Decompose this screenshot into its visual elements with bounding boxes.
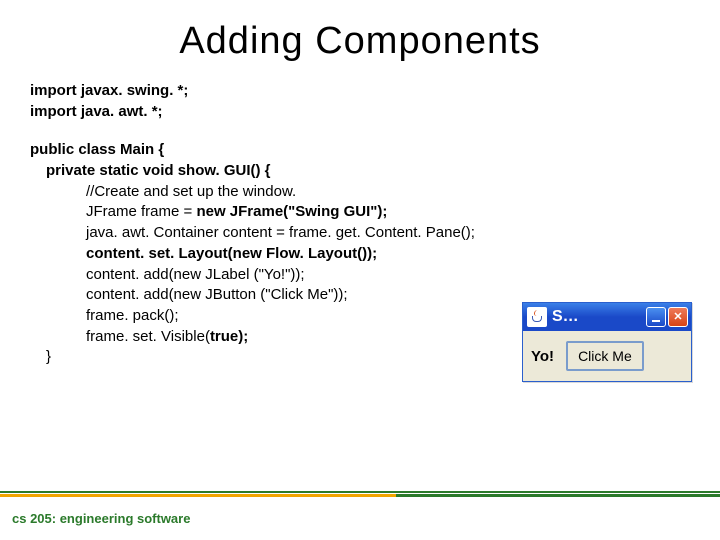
code-line: import java. awt. *; bbox=[30, 102, 690, 123]
slide-title: Adding Components bbox=[30, 20, 690, 63]
code-text: new JFrame("Swing GUI"); bbox=[196, 203, 387, 220]
code-line: import javax. swing. *; bbox=[30, 81, 690, 102]
code-line: content. set. Layout(new Flow. Layout())… bbox=[86, 244, 690, 265]
footer-text: cs 205: engineering software bbox=[12, 511, 190, 526]
code-text: JFrame frame = bbox=[86, 203, 196, 220]
code-line: public class Main { bbox=[30, 140, 690, 161]
close-button[interactable] bbox=[668, 307, 688, 327]
code-text: true); bbox=[210, 328, 248, 345]
yo-label: Yo! bbox=[531, 348, 554, 365]
click-me-button[interactable]: Click Me bbox=[566, 341, 644, 371]
code-line: JFrame frame = new JFrame("Swing GUI"); bbox=[86, 202, 690, 223]
window-title: S… bbox=[552, 308, 644, 326]
window-content: Yo! Click Me bbox=[523, 331, 691, 381]
footer-divider bbox=[0, 491, 720, 498]
java-icon bbox=[527, 307, 547, 327]
slide-container: Adding Components import javax. swing. *… bbox=[0, 0, 720, 540]
code-line: //Create and set up the window. bbox=[86, 182, 690, 203]
minimize-button[interactable] bbox=[646, 307, 666, 327]
code-text: frame. set. Visible( bbox=[86, 328, 210, 345]
code-line: java. awt. Container content = frame. ge… bbox=[86, 223, 690, 244]
code-line: content. add(new JLabel ("Yo!")); bbox=[86, 265, 690, 286]
swing-window: S… Yo! Click Me bbox=[522, 302, 692, 382]
code-line: private static void show. GUI() { bbox=[46, 161, 690, 182]
window-titlebar[interactable]: S… bbox=[523, 303, 691, 331]
